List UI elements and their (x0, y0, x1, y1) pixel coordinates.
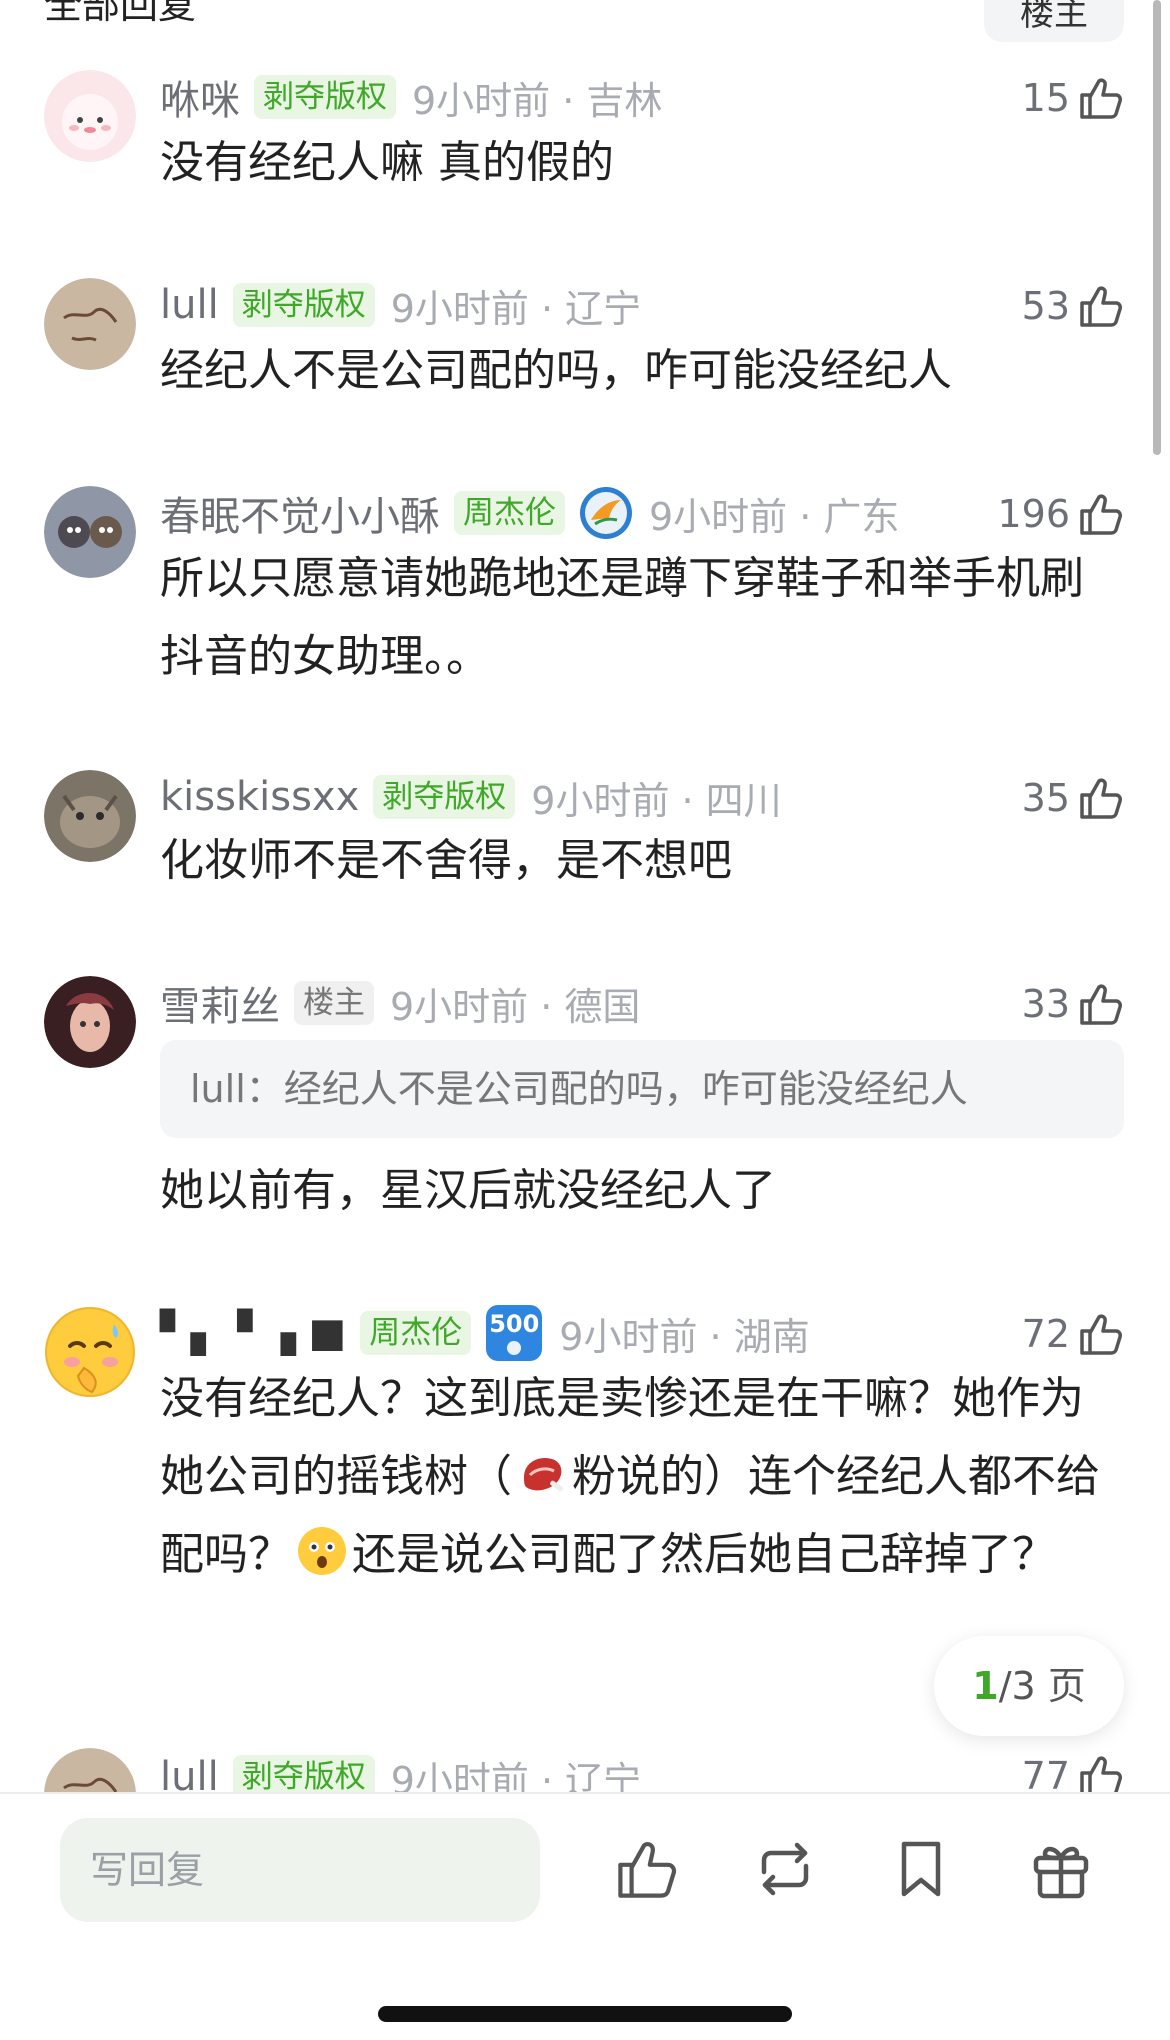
comment-meta: 雪莉丝 楼主 9小时前 · 德国 (160, 978, 641, 1030)
user-tag: 周杰伦 (454, 491, 565, 535)
thumb-up-icon[interactable] (1076, 489, 1126, 539)
thumb-up-icon[interactable] (1076, 281, 1126, 331)
like-area[interactable]: 35 (1022, 770, 1126, 826)
avatar[interactable] (44, 486, 136, 578)
like-area[interactable]: 15 (1022, 70, 1126, 126)
like-area[interactable]: 77 (1022, 1748, 1126, 1792)
thumb-up-icon[interactable] (1076, 773, 1126, 823)
surprised-emoji-icon (296, 1524, 348, 1576)
comment-time-location: 9小时前 · 湖南 (559, 1314, 810, 1359)
page-indicator[interactable]: 1/3 页 (934, 1636, 1124, 1736)
comment-meta: ▘▖▝ ▗ ■ 周杰伦 500 9小时前 · 湖南 (160, 1305, 810, 1361)
avatar[interactable] (44, 1306, 136, 1398)
like-count: 35 (1021, 776, 1070, 820)
comment-text: 她以前有，星汉后就没经纪人了 (160, 1165, 776, 1216)
quoted-comment[interactable]: lull：经纪人不是公司配的吗，咋可能没经纪人 (160, 1040, 1124, 1138)
scrollbar[interactable] (1153, 0, 1161, 455)
comment-time-location: 9小时前 · 德国 (390, 984, 641, 1029)
user-tag: 剥夺版权 (373, 775, 516, 819)
username[interactable]: kisskissxx (160, 774, 359, 820)
badge-number: 500 (489, 1310, 540, 1338)
op-tag: 楼主 (294, 981, 374, 1025)
home-indicator[interactable] (378, 2006, 792, 2022)
thumb-up-icon[interactable] (1076, 1751, 1126, 1792)
bookmark-icon[interactable] (886, 1834, 956, 1904)
avatar[interactable] (44, 770, 136, 862)
comment-list: 咻咪 剥夺版权 9小时前 · 吉林 15 没有经纪人嘛 真的假的 lull 剥夺… (0, 0, 1170, 1792)
avatar[interactable] (44, 976, 136, 1068)
comment-text: 经纪人不是公司配的吗，咋可能没经纪人 (160, 345, 952, 396)
thumb-up-icon[interactable] (612, 1834, 682, 1904)
comment-time-location: 9小时前 · 辽宁 (390, 1758, 642, 1793)
current-page: 1 (972, 1664, 999, 1708)
comment-text-part: 还是说公司配了然后她自己辞掉了？ (352, 1529, 1056, 1580)
repost-icon[interactable] (750, 1834, 820, 1904)
like-area[interactable]: 33 (1022, 976, 1126, 1032)
steak-emoji-icon (516, 1446, 568, 1498)
comment-meta: 咻咪 剥夺版权 9小时前 · 吉林 (160, 72, 663, 124)
comment-text: 化妆师不是不舍得，是不想吧 (160, 835, 732, 886)
like-count: 53 (1021, 284, 1070, 328)
comment-time-location: 9小时前 · 四川 (531, 778, 782, 823)
reply-input[interactable] (60, 1818, 540, 1922)
comment-time-location: 9小时前 · 广东 (649, 494, 900, 539)
like-area[interactable]: 53 (1022, 278, 1126, 334)
thumb-up-icon[interactable] (1076, 73, 1126, 123)
like-area[interactable]: 196 (997, 486, 1126, 542)
bottom-action-bar (0, 1792, 1170, 2040)
thumb-up-icon[interactable] (1076, 1309, 1126, 1359)
comment-text: 没有经纪人嘛 真的假的 (160, 137, 614, 188)
username[interactable]: lull (160, 1754, 219, 1792)
comment-meta: 春眠不觉小小酥 周杰伦 9小时前 · 广东 (160, 486, 900, 540)
level-badge-icon: 500 (485, 1304, 543, 1362)
bird-badge-icon (579, 486, 633, 540)
thumb-up-icon[interactable] (1076, 979, 1126, 1029)
username[interactable]: 雪莉丝 (160, 974, 280, 1032)
avatar[interactable] (44, 70, 136, 162)
like-count: 77 (1021, 1754, 1070, 1792)
user-tag: 周杰伦 (360, 1311, 472, 1355)
user-tag: 剥夺版权 (232, 1755, 375, 1792)
like-area[interactable]: 72 (1022, 1306, 1126, 1362)
avatar[interactable] (44, 278, 136, 370)
like-count: 33 (1021, 982, 1070, 1026)
comment-text: 没有经纪人？这到底是卖惨还是在干嘛？她作为她公司的摇钱树（ 粉说的）连个经纪人都不… (160, 1360, 1120, 1594)
comment-meta: lull 剥夺版权 9小时前 · 辽宁 (160, 280, 642, 331)
gift-icon[interactable] (1026, 1834, 1096, 1904)
comment-meta: lull 剥夺版权 9小时前 · 辽宁 (160, 1752, 641, 1792)
user-tag: 剥夺版权 (254, 75, 396, 119)
like-count: 196 (997, 492, 1070, 536)
comment-text: 所以只愿意请她跪地还是蹲下穿鞋子和举手机刷抖音的女助理。。 (160, 553, 1084, 682)
avatar[interactable] (44, 1748, 136, 1792)
comment-time-location: 9小时前 · 吉林 (412, 78, 663, 123)
comment-meta: kisskissxx 剥夺版权 9小时前 · 四川 (160, 772, 782, 823)
like-count: 15 (1021, 76, 1070, 120)
username[interactable]: 咻咪 (160, 68, 240, 126)
username[interactable]: 春眠不觉小小酥 (160, 484, 440, 542)
user-tag: 剥夺版权 (232, 283, 375, 327)
like-count: 72 (1021, 1312, 1070, 1356)
username[interactable]: ▘▖▝ ▗ ■ (160, 1310, 346, 1356)
username[interactable]: lull (160, 282, 219, 328)
total-pages: /3 页 (998, 1664, 1086, 1708)
comment-time-location: 9小时前 · 辽宁 (390, 286, 642, 331)
